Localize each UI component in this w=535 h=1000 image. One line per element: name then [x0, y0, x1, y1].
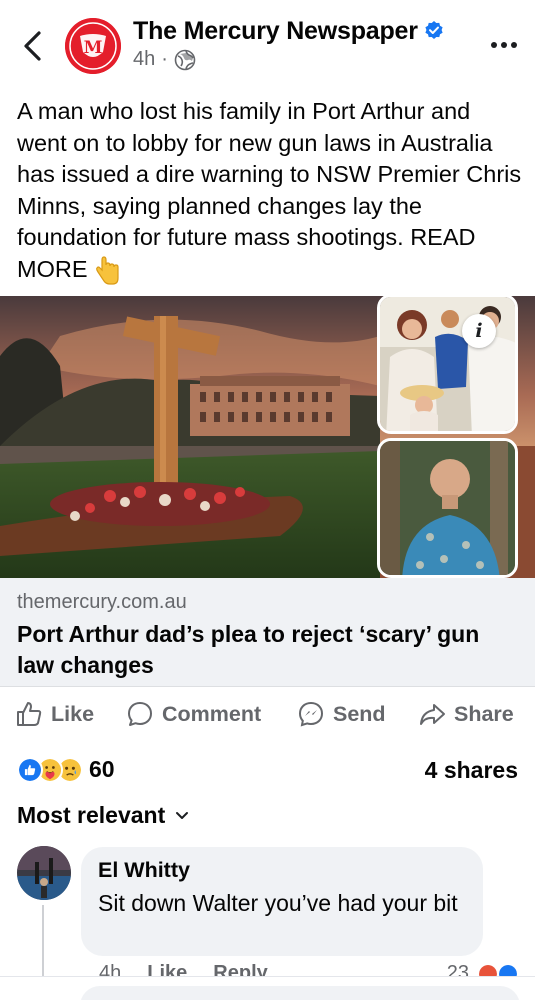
sort-label: Most relevant — [17, 802, 166, 828]
post-time[interactable]: 4h — [133, 48, 155, 71]
link-domain: themercury.com.au — [17, 591, 187, 613]
comment-author[interactable]: El Whitty — [98, 858, 190, 883]
page-name-text[interactable]: The Mercury Newspaper — [133, 17, 418, 45]
page-name[interactable]: The Mercury Newspaper — [133, 17, 444, 46]
commenter-avatar[interactable] — [17, 846, 71, 900]
post-text: A man who lost his family in Port Arthur… — [17, 96, 522, 285]
info-button[interactable]: i — [462, 314, 496, 348]
comment-button[interactable]: Comment — [126, 700, 261, 728]
chevron-down-icon — [176, 811, 189, 819]
more-options-icon[interactable] — [491, 42, 517, 48]
back-arrow-icon[interactable] — [18, 28, 48, 64]
page-logo-avatar[interactable]: M — [65, 18, 121, 74]
mercury-logo-icon: M — [65, 18, 121, 74]
comment-bubble-icon — [128, 702, 152, 726]
share-arrow-icon — [420, 704, 445, 725]
portrait-photo — [380, 441, 515, 575]
link-image[interactable]: i — [0, 296, 535, 578]
meta-separator: · — [161, 48, 168, 70]
comment-input[interactable] — [80, 986, 520, 1000]
dot — [491, 42, 497, 48]
pointing-down-hand-icon — [95, 256, 119, 285]
portrait-photo-inset — [377, 438, 518, 578]
avatar-photo — [17, 846, 71, 900]
comment-sort-dropdown[interactable]: Most relevant — [17, 802, 189, 829]
like-reaction-icon — [17, 756, 43, 783]
send-label: Send — [333, 701, 386, 726]
verified-badge-icon — [425, 21, 443, 40]
reaction-summary[interactable]: 60 — [17, 756, 115, 783]
thread-line — [42, 905, 44, 980]
share-label: Share — [454, 701, 514, 726]
comment-bubble[interactable]: El Whitty Sit down Walter you’ve had you… — [81, 847, 483, 956]
link-preview[interactable]: themercury.com.au Port Arthur dad’s plea… — [0, 578, 535, 687]
post-text-body: A man who lost his family in Port Arthur… — [17, 98, 522, 282]
dot — [501, 42, 507, 48]
comment-label: Comment — [162, 701, 262, 726]
share-button[interactable]: Share — [418, 700, 514, 728]
share-count[interactable]: 4 shares — [425, 757, 518, 784]
action-bar: Like Comment Send Share — [0, 690, 535, 742]
reaction-count: 60 — [89, 756, 115, 782]
send-button[interactable]: Send — [297, 700, 386, 728]
comment-text: Sit down Walter you’ve had your bit — [98, 890, 458, 916]
family-photo — [380, 297, 515, 431]
family-photo-inset: i — [377, 296, 518, 434]
messenger-icon — [298, 701, 324, 727]
dot — [511, 42, 517, 48]
info-icon: i — [475, 320, 483, 342]
thumbs-up-icon — [17, 702, 42, 726]
logo-letter: M — [84, 38, 103, 58]
link-title[interactable]: Port Arthur dad’s plea to reject ‘scary’… — [17, 619, 517, 681]
like-label: Like — [51, 701, 95, 726]
post-header: M The Mercury Newspaper 4h · — [0, 0, 535, 95]
globe-icon — [174, 49, 196, 70]
post-meta: 4h · — [133, 48, 196, 71]
like-button[interactable]: Like — [15, 700, 94, 728]
